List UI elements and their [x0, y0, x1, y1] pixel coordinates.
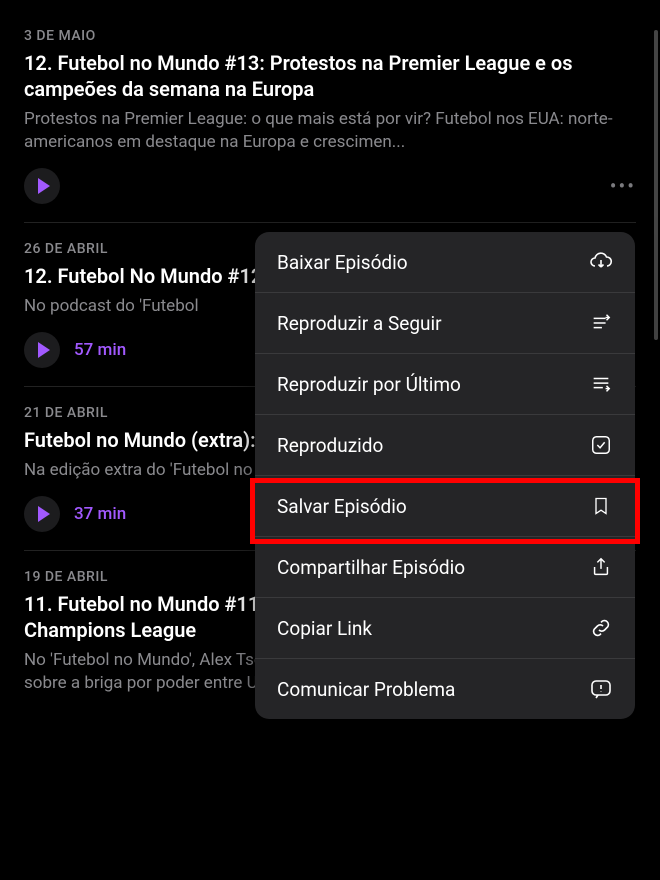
- context-menu: Baixar Episódio Reproduzir a Seguir Repr…: [255, 232, 635, 719]
- play-next-icon: [589, 311, 613, 335]
- bookmark-icon: [589, 494, 613, 518]
- menu-download-episode[interactable]: Baixar Episódio: [255, 232, 635, 293]
- episode-duration: 37 min: [74, 504, 126, 524]
- menu-share-episode[interactable]: Compartilhar Episódio: [255, 537, 635, 598]
- menu-label: Salvar Episódio: [277, 495, 407, 518]
- menu-play-last[interactable]: Reproduzir por Último: [255, 354, 635, 415]
- menu-label: Reproduzido: [277, 434, 383, 457]
- menu-label: Comunicar Problema: [277, 678, 455, 701]
- menu-label: Baixar Episódio: [277, 251, 408, 274]
- menu-label: Compartilhar Episódio: [277, 556, 465, 579]
- menu-play-next[interactable]: Reproduzir a Seguir: [255, 293, 635, 354]
- play-icon: [38, 178, 50, 194]
- play-last-icon: [589, 372, 613, 396]
- share-icon: [589, 555, 613, 579]
- menu-save-episode[interactable]: Salvar Episódio: [255, 476, 635, 537]
- play-button[interactable]: [24, 496, 60, 532]
- menu-mark-played[interactable]: Reproduzido: [255, 415, 635, 476]
- more-options-button[interactable]: •••: [610, 174, 636, 198]
- play-button[interactable]: [24, 168, 60, 204]
- episode-title: 12. Futebol no Mundo #13: Protestos na P…: [24, 50, 636, 102]
- episode-date: 3 DE MAIO: [24, 28, 636, 44]
- menu-label: Reproduzir a Seguir: [277, 312, 442, 335]
- episode-description: Protestos na Premier League: o que mais …: [24, 108, 636, 154]
- menu-label: Reproduzir por Último: [277, 373, 461, 396]
- checkbox-icon: [589, 433, 613, 457]
- report-icon: [589, 677, 613, 701]
- menu-report-problem[interactable]: Comunicar Problema: [255, 659, 635, 719]
- episode-duration: 57 min: [74, 340, 126, 360]
- menu-label: Copiar Link: [277, 617, 372, 640]
- play-button[interactable]: [24, 332, 60, 368]
- play-icon: [38, 342, 50, 358]
- menu-copy-link[interactable]: Copiar Link: [255, 598, 635, 659]
- play-icon: [38, 506, 50, 522]
- link-icon: [589, 616, 613, 640]
- episode-item[interactable]: 3 DE MAIO 12. Futebol no Mundo #13: Prot…: [24, 10, 636, 223]
- scrollbar[interactable]: [654, 30, 658, 340]
- cloud-download-icon: [589, 250, 613, 274]
- episode-controls: •••: [24, 168, 636, 204]
